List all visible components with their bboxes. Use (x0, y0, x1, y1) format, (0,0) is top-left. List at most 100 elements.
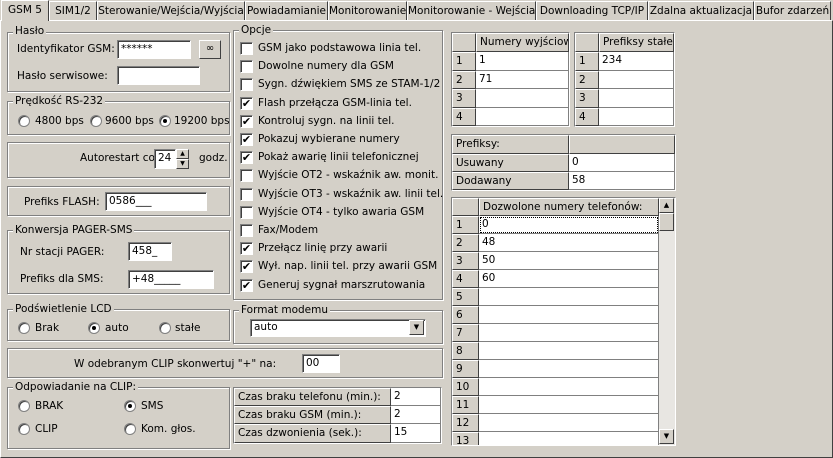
option-checkbox-2[interactable] (240, 60, 253, 74)
allowed-row-value[interactable] (479, 324, 659, 342)
tab-powiadamianie[interactable]: Powiadamianie (245, 1, 328, 20)
option-label-7: Pokaż awarię linii telefonicznej (258, 151, 419, 164)
option-checkbox-5[interactable]: ✔ (240, 114, 253, 128)
allowed-row-value[interactable]: 48 (479, 234, 659, 252)
option-label-5: Kontroluj sygn. na linii tel. (258, 114, 395, 127)
fixed-prefix-row-value[interactable] (599, 89, 674, 108)
lcd-radio-stale[interactable] (159, 322, 171, 334)
tab-gsm5[interactable]: GSM 5 (1, 0, 49, 21)
prefix-removed-value[interactable]: 0 (569, 154, 675, 172)
show-password-button[interactable]: ∞ (199, 40, 221, 59)
modem-select[interactable]: auto ▼ (250, 319, 426, 337)
tab-bar: GSM 5 SIM1/2 Sterowanie/Wejścia/Wyjścia … (0, 0, 833, 21)
option-label-8: Wyjście OT2 - wskaźnik aw. monit. (258, 169, 439, 182)
allowed-row-number: 2 (452, 234, 479, 252)
allowed-scrollbar[interactable]: ▲ ▼ (659, 198, 675, 445)
option-checkbox-10[interactable] (240, 205, 253, 219)
autorestart-up-button[interactable]: ▲ (176, 149, 189, 159)
allowed-row-value[interactable] (479, 432, 659, 445)
tab-sterowanie[interactable]: Sterowanie/Wejścia/Wyjścia (97, 1, 245, 20)
tab-sim[interactable]: SIM1/2 (49, 1, 97, 20)
fixed-prefix-row-number: 3 (575, 89, 599, 108)
pager-sms-field[interactable]: +48_____ (128, 270, 214, 289)
fixed-prefix-row-value[interactable] (599, 107, 674, 126)
tab-zdalna[interactable]: Zdalna aktualizacja (648, 1, 754, 20)
option-checkbox-8[interactable] (240, 169, 253, 183)
rs232-radio-4800[interactable] (18, 115, 30, 127)
clip-radio-kom[interactable] (124, 423, 136, 435)
option-checkbox-4[interactable]: ✔ (240, 96, 253, 110)
scroll-down-button[interactable]: ▼ (659, 429, 674, 444)
allowed-row-value[interactable] (479, 306, 659, 324)
tab-monitorowanie[interactable]: Monitorowanie (328, 1, 407, 20)
option-checkbox-11[interactable] (240, 224, 253, 237)
option-label-9: Wyjście OT3 - wskaźnik aw. linii tel. (258, 187, 444, 200)
out-numbers-table: Numery wyjściowe 1 1 2 71 3 4 (451, 32, 570, 127)
allowed-row-number: 12 (452, 414, 479, 432)
rs232-title: Prędkość RS-232 (13, 95, 106, 107)
lcd-radio-brak[interactable] (18, 322, 30, 334)
out-numbers-row-number: 3 (452, 89, 476, 108)
clip-radio-clip[interactable] (18, 423, 30, 435)
allowed-row-value[interactable] (479, 378, 659, 396)
autorestart-down-button[interactable]: ▼ (176, 159, 189, 169)
out-numbers-row-value[interactable]: 71 (476, 70, 569, 89)
autorestart-field[interactable]: 24 (154, 149, 176, 169)
rs232-radio-19200[interactable] (159, 115, 171, 127)
out-numbers-row-value[interactable] (476, 89, 569, 108)
option-checkbox-12[interactable]: ✔ (240, 242, 253, 256)
option-checkbox-7[interactable]: ✔ (240, 151, 253, 165)
clip-answer-title: Odpowiadanie na CLIP: (13, 381, 139, 393)
option-checkbox-6[interactable]: ✔ (240, 133, 253, 146)
pager-sms-label: Prefiks dla SMS: (20, 273, 104, 285)
fixed-prefix-row-value[interactable] (599, 70, 674, 89)
modem-select-value: auto (254, 321, 278, 333)
allowed-row-value[interactable]: 50 (479, 252, 659, 270)
timing-value-2[interactable]: 15 (391, 424, 441, 443)
allowed-row-value[interactable]: 60 (479, 270, 659, 288)
allowed-row-value[interactable] (479, 342, 659, 360)
allowed-row-number: 7 (452, 324, 479, 342)
modem-title: Format modemu (239, 304, 330, 316)
allowed-row-value[interactable] (479, 360, 659, 378)
timing-value-1[interactable]: 2 (391, 406, 441, 424)
scroll-thumb[interactable] (659, 213, 674, 231)
eye-icon: ∞ (205, 43, 215, 54)
allowed-row-value[interactable] (479, 414, 659, 432)
tab-bufor[interactable]: Bufor zdarzeń (754, 1, 831, 20)
fixed-prefix-row-number: 1 (575, 52, 599, 71)
option-label-4: Flash przełącza GSM-linia tel. (258, 96, 412, 109)
tab-monitorowanie-wejscia[interactable]: Monitorowanie - Wejścia (407, 1, 536, 20)
out-numbers-row-value[interactable]: 1 (476, 52, 569, 71)
clip-radio-sms[interactable] (124, 400, 136, 412)
rs232-radio-9600[interactable] (90, 115, 102, 127)
pager-station-field[interactable]: 458_ (128, 242, 172, 261)
timing-value-0[interactable]: 2 (391, 388, 441, 406)
clip-radio-brak[interactable] (18, 400, 30, 412)
allowed-row-value[interactable] (479, 288, 659, 306)
opcje-title: Opcje (239, 24, 274, 36)
option-checkbox-3[interactable] (240, 78, 253, 92)
option-label-3: Sygn. dźwiękiem SMS ze STAM-1/2 (258, 78, 441, 91)
gsm-id-field[interactable]: ****** (117, 40, 191, 59)
scroll-up-button[interactable]: ▲ (659, 198, 674, 213)
option-checkbox-14[interactable]: ✔ (240, 278, 253, 292)
option-checkbox-1[interactable] (240, 42, 253, 55)
out-numbers-row-value[interactable] (476, 107, 569, 126)
allowed-row-value[interactable] (479, 396, 659, 414)
lcd-radio-auto[interactable] (88, 322, 100, 334)
prefix-added-value[interactable]: 58 (569, 172, 675, 190)
clip-label-brak: BRAK (35, 400, 64, 412)
autorestart-unit: godz. (199, 152, 228, 164)
service-pwd-field[interactable] (117, 66, 200, 85)
tab-downloading[interactable]: Downloading TCP/IP (536, 1, 648, 20)
option-checkbox-13[interactable]: ✔ (240, 260, 253, 274)
flash-field[interactable]: 0586___ (105, 192, 207, 211)
chevron-down-icon[interactable]: ▼ (409, 320, 424, 335)
allowed-row-value[interactable]: 0 (479, 216, 659, 234)
allowed-header: Dozwolone numery telefonów: (479, 198, 659, 216)
lcd-label-brak: Brak (35, 322, 60, 334)
option-checkbox-9[interactable] (240, 187, 253, 201)
clip-convert-field[interactable]: 00 (302, 354, 340, 373)
fixed-prefix-row-value[interactable]: 234 (599, 52, 674, 71)
